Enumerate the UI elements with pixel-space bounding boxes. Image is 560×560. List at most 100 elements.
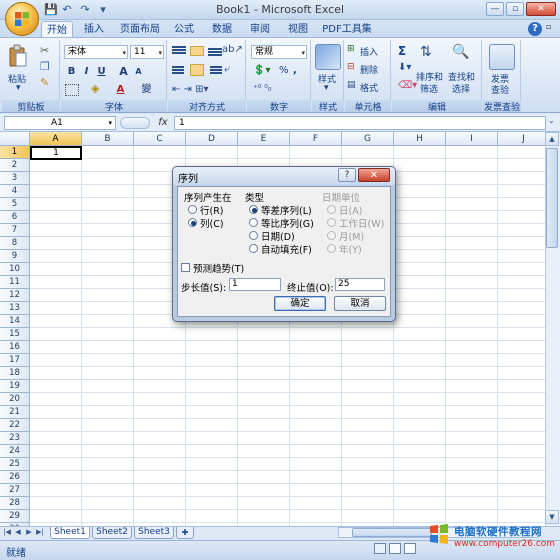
normal-view-icon[interactable] (374, 543, 386, 554)
column-header[interactable]: H (394, 132, 446, 146)
row-header[interactable]: 1 (0, 146, 30, 159)
close-button[interactable]: ✕ (526, 2, 556, 16)
ok-button[interactable]: 确定 (274, 296, 326, 311)
row-header[interactable]: 14 (0, 315, 30, 328)
row-header[interactable]: 10 (0, 263, 30, 276)
radio-date[interactable] (249, 231, 258, 240)
row-header[interactable]: 26 (0, 471, 30, 484)
radio-rows[interactable] (188, 205, 197, 214)
delete-cells-button[interactable]: 删除 (360, 63, 378, 76)
shrink-font-button[interactable]: A (131, 64, 146, 78)
stop-value-input[interactable]: 25 (335, 278, 385, 291)
font-name-combo[interactable]: 宋体 ▾ (64, 45, 128, 59)
sort-filter-icon[interactable]: ⇅ (420, 44, 432, 60)
row-header[interactable]: 2 (0, 159, 30, 172)
radio-rows-label[interactable]: 行(R) (200, 203, 224, 217)
row-header[interactable]: 11 (0, 276, 30, 289)
autosum-button[interactable]: Σ (398, 44, 406, 58)
prev-sheet-icon[interactable]: ◀ (13, 527, 23, 538)
undo-icon[interactable]: ↶ (60, 3, 74, 17)
trend-checkbox[interactable] (181, 263, 190, 272)
column-header[interactable]: A (30, 132, 82, 146)
radio-columns[interactable] (188, 218, 197, 227)
comma-button[interactable]: , (293, 65, 297, 76)
vertical-scroll-thumb[interactable] (546, 148, 558, 248)
indent-icons[interactable]: ⇤ ⇥ ⊞▾ (172, 84, 209, 95)
row-header[interactable]: 21 (0, 406, 30, 419)
column-header[interactable]: E (238, 132, 290, 146)
row-header[interactable]: 29 (0, 510, 30, 523)
column-header[interactable]: I (446, 132, 498, 146)
active-cell[interactable]: 1 (30, 146, 82, 160)
customize-qat-icon[interactable]: ▾ (96, 3, 110, 17)
column-header[interactable]: J (498, 132, 550, 146)
tab-review[interactable]: 审阅 (244, 21, 276, 38)
tab-insert[interactable]: 插入 (78, 21, 110, 38)
tab-formulas[interactable]: 公式 (168, 21, 200, 38)
maximize-button[interactable]: ▫ (506, 2, 524, 16)
insert-cells-icon[interactable]: ⊞ (347, 44, 355, 54)
wrap-text-icon[interactable]: ⤶ (224, 64, 230, 75)
fill-icon[interactable]: ⬇▾ (398, 62, 411, 73)
row-header[interactable]: 16 (0, 341, 30, 354)
row-header[interactable]: 13 (0, 302, 30, 315)
paste-icon[interactable] (8, 44, 28, 68)
next-sheet-icon[interactable]: ▶ (24, 527, 34, 538)
row-header[interactable]: 23 (0, 432, 30, 445)
page-layout-view-icon[interactable] (389, 543, 401, 554)
cut-icon[interactable]: ✂ (40, 44, 49, 57)
italic-button[interactable]: I (79, 64, 94, 78)
row-header[interactable]: 3 (0, 172, 30, 185)
row-header[interactable]: 5 (0, 198, 30, 211)
row-header[interactable]: 18 (0, 367, 30, 380)
delete-cells-icon[interactable]: ⊟ (347, 62, 355, 72)
row-header[interactable]: 7 (0, 224, 30, 237)
column-header[interactable]: G (342, 132, 394, 146)
row-header[interactable]: 25 (0, 458, 30, 471)
row-header[interactable]: 27 (0, 484, 30, 497)
row-header[interactable]: 12 (0, 289, 30, 302)
sort-filter-label-2[interactable]: 筛选 (420, 82, 438, 95)
row-header[interactable]: 15 (0, 328, 30, 341)
formula-input[interactable]: 1 (174, 116, 546, 130)
font-size-combo[interactable]: 11 ▾ (130, 45, 164, 59)
first-sheet-icon[interactable]: |◀ (2, 527, 12, 538)
orientation-icon[interactable]: ab↗ (222, 44, 243, 55)
border-icon[interactable] (65, 84, 79, 96)
invoice-button-2[interactable]: 查验 (491, 83, 509, 96)
sheet-tab-sheet1[interactable]: Sheet1 (50, 527, 90, 539)
last-sheet-icon[interactable]: ▶| (35, 527, 45, 538)
row-header[interactable]: 19 (0, 380, 30, 393)
row-header[interactable]: 28 (0, 497, 30, 510)
radio-date-label[interactable]: 日期(D) (261, 229, 295, 243)
radio-autofill-label[interactable]: 自动填充(F) (261, 242, 312, 256)
scroll-up-icon[interactable]: ▲ (545, 132, 559, 146)
insert-function-icon[interactable]: fx (155, 116, 171, 130)
help-icon[interactable]: ? (528, 22, 542, 36)
percent-button[interactable]: % (279, 65, 289, 76)
radio-columns-label[interactable]: 列(C) (200, 216, 224, 230)
copy-icon[interactable]: ❐ (40, 60, 50, 73)
ribbon-minimize-icon[interactable]: ▫ (546, 22, 556, 36)
format-cells-button[interactable]: 格式 (360, 81, 378, 94)
select-all-button[interactable] (0, 132, 30, 146)
radio-growth-label[interactable]: 等比序列(G) (261, 216, 314, 230)
formula-bar-splitter[interactable] (120, 117, 150, 129)
radio-linear[interactable] (249, 205, 258, 214)
tab-view[interactable]: 视图 (282, 21, 314, 38)
row-header[interactable]: 17 (0, 354, 30, 367)
insert-cells-button[interactable]: 插入 (360, 45, 378, 58)
page-break-view-icon[interactable] (404, 543, 416, 554)
row-header[interactable]: 4 (0, 185, 30, 198)
column-header[interactable]: B (82, 132, 134, 146)
currency-icon[interactable]: 💲▾ (253, 65, 270, 76)
row-header[interactable]: 9 (0, 250, 30, 263)
horizontal-scroll-thumb[interactable] (352, 528, 432, 537)
tab-data[interactable]: 数据 (206, 21, 238, 38)
clear-icon[interactable]: ⌫▾ (398, 80, 417, 91)
grow-font-button[interactable]: A (116, 64, 131, 78)
row-header[interactable]: 22 (0, 419, 30, 432)
tab-pdf-tools[interactable]: PDF工具集 (320, 21, 374, 38)
bold-button[interactable]: B (64, 64, 79, 78)
insert-sheet-icon[interactable]: ✚ (176, 527, 194, 539)
